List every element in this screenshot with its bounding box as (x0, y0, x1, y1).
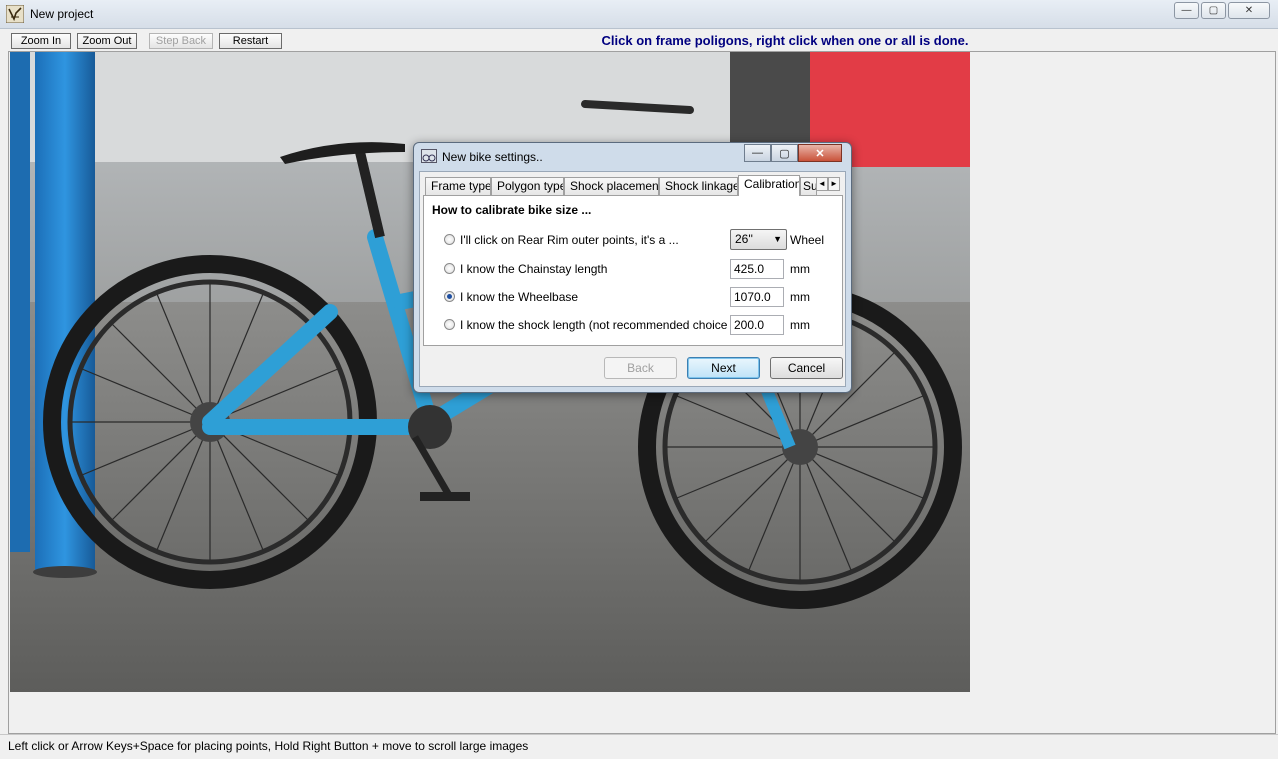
minimize-icon: — (1181, 5, 1192, 16)
shock-length-input[interactable]: 200.0 (730, 315, 784, 335)
wheel-unit-label: Wheel (790, 233, 825, 247)
unit-label: mm (790, 290, 810, 304)
tab-polygon-type[interactable]: Polygon type (491, 177, 564, 195)
status-bar: Left click or Arrow Keys+Space for placi… (0, 734, 1278, 759)
option-shock-length: I know the shock length (not recommended… (444, 315, 839, 335)
dialog-minimize-button[interactable]: — (744, 144, 771, 162)
dialog-title: New bike settings.. (442, 150, 543, 164)
wheel-size-select[interactable]: 26'' ▼ (730, 229, 787, 250)
maximize-button[interactable]: ▢ (1201, 2, 1226, 19)
restart-button[interactable]: Restart (219, 33, 282, 49)
option-label[interactable]: I'll click on Rear Rim outer points, it'… (460, 233, 679, 247)
option-label[interactable]: I know the Wheelbase (460, 290, 578, 304)
close-icon: ✕ (1244, 5, 1254, 16)
chevron-down-icon: ▼ (773, 234, 782, 244)
status-text: Left click or Arrow Keys+Space for placi… (8, 739, 529, 753)
toolbar: Zoom In Zoom Out Step Back Restart Click… (0, 29, 1278, 51)
instruction-text: Click on frame poligons, right click whe… (601, 33, 969, 48)
minimize-icon: — (752, 147, 763, 159)
app-logo-icon (6, 5, 24, 23)
tab-shock-linkage[interactable]: Shock linkage (659, 177, 738, 195)
maximize-icon: ▢ (1208, 5, 1219, 16)
dialog-close-button[interactable]: ✕ (798, 144, 842, 162)
dialog-app-icon (421, 149, 437, 163)
close-button[interactable]: ✕ (1228, 2, 1270, 19)
maximize-icon: ▢ (779, 147, 790, 160)
dialog-body: Frame type Polygon type Shock placement … (419, 171, 846, 387)
option-chainstay: I know the Chainstay length 425.0 mm (444, 259, 839, 279)
tab-calibration[interactable]: Calibration (738, 175, 800, 196)
radio-shock-length[interactable] (444, 319, 455, 330)
window-title: New project (30, 7, 94, 21)
option-label[interactable]: I know the shock length (not recommended… (460, 318, 727, 332)
unit-label: mm (790, 262, 810, 276)
window-titlebar: New project — ▢ ✕ (0, 0, 1278, 29)
option-rear-rim: I'll click on Rear Rim outer points, it'… (444, 229, 839, 250)
unit-label: mm (790, 318, 810, 332)
chainstay-length-input[interactable]: 425.0 (730, 259, 784, 279)
option-wheelbase: I know the Wheelbase 1070.0 mm (444, 287, 839, 307)
zoom-in-button[interactable]: Zoom In (11, 33, 71, 49)
tab-shock-placement[interactable]: Shock placement (564, 177, 659, 195)
tab-strip: Frame type Polygon type Shock placement … (423, 175, 843, 196)
dialog-maximize-button[interactable]: ▢ (771, 144, 798, 162)
new-bike-settings-dialog: New bike settings.. — ▢ ✕ Frame type Pol… (413, 142, 852, 393)
zoom-out-button[interactable]: Zoom Out (77, 33, 137, 49)
wheelbase-input[interactable]: 1070.0 (730, 287, 784, 307)
tab-scroll-right-icon[interactable]: ► (828, 177, 840, 191)
radio-rear-rim[interactable] (444, 234, 455, 245)
wheel-size-value: 26'' (735, 232, 753, 246)
section-title: How to calibrate bike size ... (432, 203, 592, 217)
tab-frame-type[interactable]: Frame type (425, 177, 491, 195)
calibration-tab-page: How to calibrate bike size ... I'll clic… (423, 195, 843, 346)
cancel-button[interactable]: Cancel (770, 357, 843, 379)
step-back-button[interactable]: Step Back (149, 33, 213, 49)
option-label[interactable]: I know the Chainstay length (460, 262, 607, 276)
next-button[interactable]: Next (687, 357, 760, 379)
back-button[interactable]: Back (604, 357, 677, 379)
tab-scroll-left-icon[interactable]: ◄ (816, 177, 828, 191)
tab-su[interactable]: Su (800, 177, 817, 195)
close-icon: ✕ (815, 147, 825, 160)
radio-chainstay[interactable] (444, 263, 455, 274)
radio-wheelbase[interactable] (444, 291, 455, 302)
minimize-button[interactable]: — (1174, 2, 1199, 19)
